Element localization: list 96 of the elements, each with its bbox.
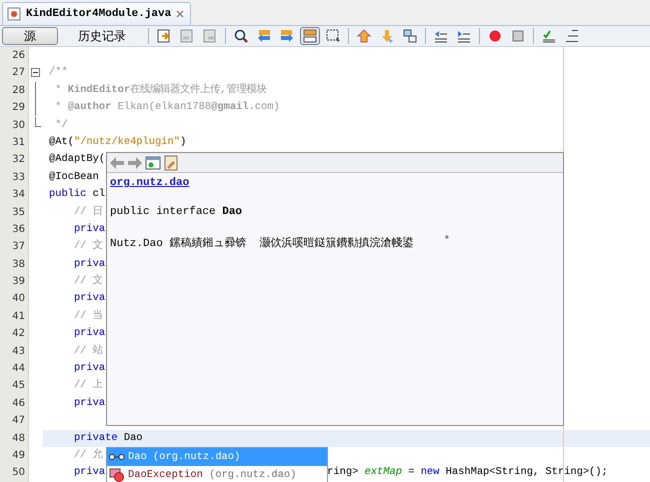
line-number: 45: [11, 379, 26, 394]
code-text: // 站: [72, 343, 103, 359]
close-icon[interactable]: [176, 10, 184, 18]
view-tab[interactable]: 历史记录: [63, 27, 141, 45]
code-text: public: [49, 187, 86, 202]
code-text: cl: [92, 187, 106, 202]
arrow-up-icon: [356, 28, 372, 44]
code-text: priva: [72, 222, 106, 237]
line-number: 43: [11, 344, 26, 359]
toolbar-button[interactable]: [300, 27, 320, 45]
line-number: 49: [11, 448, 26, 463]
code-text: // 文: [72, 273, 103, 290]
line-number: 33: [11, 170, 26, 185]
arrow-right-icon: [279, 28, 295, 44]
line-number: 46: [11, 396, 26, 411]
code-text: // 当: [72, 308, 103, 324]
highlight-icon: [302, 28, 318, 44]
line-number: 37: [11, 240, 26, 254]
file-tab-title: KindEditor4Module.java: [26, 8, 172, 20]
exception-class-icon: [109, 468, 125, 482]
forward-arrow-icon: [127, 154, 143, 170]
line-number: 47: [11, 414, 26, 428]
back-arrow-icon: [109, 154, 125, 170]
lines-icon: [564, 28, 580, 44]
code-text: priva: [72, 291, 106, 306]
line-number: 34: [11, 188, 26, 202]
code-text: // 上: [72, 377, 103, 394]
outdent-icon: [433, 28, 449, 44]
record-icon: [487, 28, 503, 44]
stop-icon: [510, 28, 526, 44]
code-text: @gmail: [211, 100, 249, 116]
line-number: 35: [11, 206, 26, 220]
indent-icon: [456, 28, 472, 44]
code-text: // 文: [72, 238, 103, 254]
line-number: 38: [11, 258, 26, 272]
package-link[interactable]: org.nutz.dao: [110, 177, 190, 189]
check-lines-icon: [541, 28, 557, 44]
interface-description: Nutz.Dao 鏍稿績鎺ュ彛锛 灏佽浜嗘暟鎹簱鐨勬搷浣滄帴鍙: [110, 236, 414, 250]
interface-icon: [109, 453, 125, 461]
asterisk: *: [444, 235, 450, 249]
line-number: 42: [11, 327, 26, 342]
code-text: "/nutz/ke4plugin": [74, 134, 180, 150]
document-edit-icon: [163, 154, 179, 170]
view-tab[interactable]: 源: [2, 27, 58, 45]
code-text: priva: [72, 361, 106, 376]
line-number: 27: [11, 66, 26, 80]
search-icon: [233, 28, 249, 44]
code-text: extMap: [364, 465, 402, 480]
interface-signature: public interface Dao: [110, 206, 242, 218]
code-text: *: [54, 82, 62, 98]
code-text: @IocBean: [49, 170, 99, 185]
line-number: 50: [11, 466, 26, 480]
code-text: Elkan(elkan1788: [116, 100, 212, 116]
code-text: HashMap<String, String>();: [444, 465, 608, 480]
code-text: // 允: [72, 448, 103, 463]
code-text: @At(: [49, 134, 74, 150]
arrow-left-icon: [256, 28, 272, 44]
line-number: 30: [11, 118, 26, 133]
code-text: 在线编辑器文件上传,管理模块: [130, 82, 266, 98]
code-text: KindEditor: [68, 82, 130, 98]
code-text: // 日: [72, 204, 103, 220]
line-number: 32: [11, 153, 26, 168]
selection-icon: [325, 28, 341, 44]
code-text: ): [180, 134, 186, 150]
code-text: .com): [248, 100, 280, 116]
code-text: priva: [72, 326, 106, 342]
arrow-down-icon: [379, 28, 395, 44]
line-number: 28: [11, 84, 26, 98]
code-text: @author: [68, 100, 112, 116]
code-text: private: [72, 430, 118, 446]
line-number: 31: [11, 136, 26, 150]
code-text: new: [420, 465, 440, 480]
completion-item[interactable]: DaoException (org.nutz.dao): [107, 466, 327, 482]
code-text: Dao: [122, 430, 143, 446]
line-number: 40: [11, 292, 26, 306]
fold-toggle-icon[interactable]: [31, 68, 40, 78]
line-number: 41: [11, 310, 26, 324]
code-text: priva: [72, 396, 106, 411]
fold-end-icon: [35, 116, 41, 127]
code-text: /**: [49, 65, 68, 80]
line-number: 29: [11, 101, 26, 116]
java-file-icon: [7, 7, 21, 21]
line-number: 44: [11, 362, 26, 376]
browser-window-icon: [145, 154, 161, 170]
line-number: 26: [11, 49, 26, 63]
line-number: 39: [11, 275, 26, 290]
code-text: =: [407, 465, 416, 480]
line-number: 48: [11, 432, 26, 446]
code-text: ring>: [327, 465, 360, 480]
code-text: priva: [72, 465, 106, 480]
code-text: */: [54, 118, 68, 133]
line-number: 36: [11, 222, 26, 237]
file-tab[interactable]: KindEditor4Module.java: [2, 2, 192, 25]
code-text: *: [54, 100, 62, 116]
code-text: priva: [72, 256, 106, 272]
code-text: @AdaptBy(: [49, 152, 106, 168]
